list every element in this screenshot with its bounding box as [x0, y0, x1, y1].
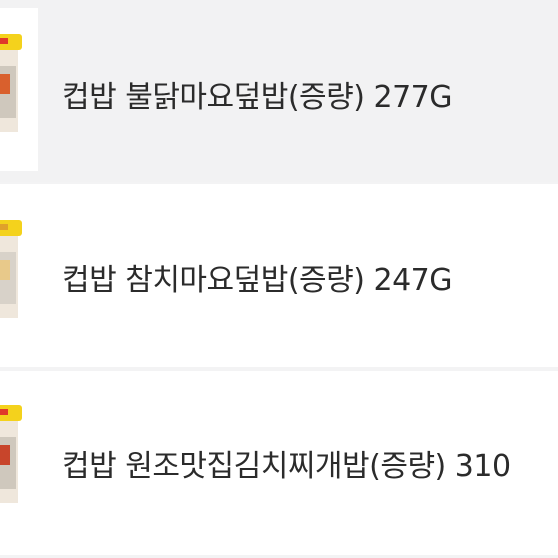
cup-rice-image [0, 405, 22, 503]
product-thumbnail[interactable] [0, 194, 38, 359]
cup-rice-image [0, 220, 22, 318]
product-row[interactable]: 컵밥 불닭마요덮밥(증량) 277G [0, 0, 558, 182]
product-title[interactable]: 컵밥 원조맛집김치찌개밥(증량) 310 [62, 441, 511, 485]
product-row[interactable]: 컵밥 원조맛집김치찌개밥(증량) 310 [0, 371, 558, 555]
product-thumbnail[interactable] [0, 8, 38, 171]
product-title[interactable]: 컵밥 참치마요덮밥(증량) 247G [62, 255, 453, 299]
cup-rice-image [0, 34, 22, 132]
product-thumbnail[interactable] [0, 379, 38, 544]
product-list: 컵밥 불닭마요덮밥(증량) 277G 컵밥 참치마요덮밥(증량) 247G 컵밥 [0, 0, 558, 558]
product-title[interactable]: 컵밥 불닭마요덮밥(증량) 277G [62, 72, 453, 116]
product-row[interactable]: 컵밥 참치마요덮밥(증량) 247G [0, 184, 558, 367]
